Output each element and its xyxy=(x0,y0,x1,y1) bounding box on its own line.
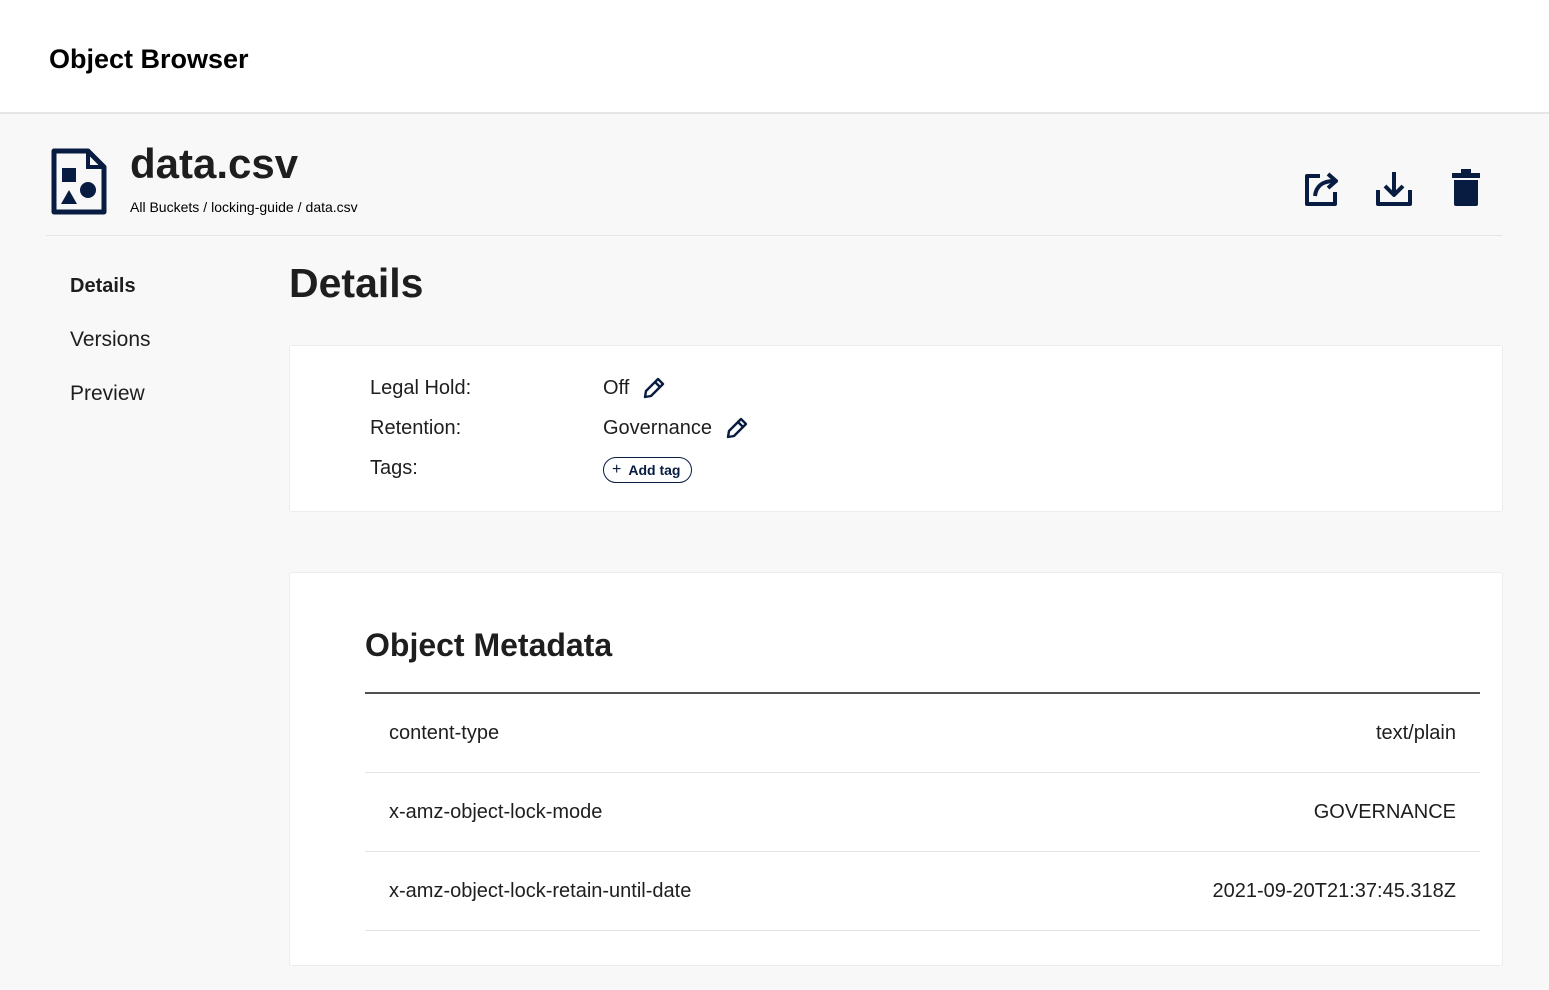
object-file-icon xyxy=(50,148,108,216)
nav-item-details[interactable]: Details xyxy=(70,270,151,324)
trash-icon xyxy=(1452,169,1480,206)
edit-legal-hold-icon[interactable] xyxy=(641,375,667,401)
download-icon xyxy=(1376,172,1412,206)
breadcrumb-separator: / xyxy=(203,199,208,215)
table-row: x-amz-object-lock-retain-until-date 2021… xyxy=(365,852,1480,931)
retention-value: Governance xyxy=(603,416,712,439)
metadata-title: Object Metadata xyxy=(365,627,613,663)
share-icon xyxy=(1305,172,1338,206)
add-tag-label: Add tag xyxy=(628,462,681,478)
breadcrumb-separator: / xyxy=(297,199,302,215)
breadcrumb-all-buckets[interactable]: All Buckets xyxy=(130,199,199,215)
table-row: content-type text/plain xyxy=(365,694,1480,773)
metadata-value: text/plain xyxy=(1375,721,1456,744)
breadcrumb-bucket[interactable]: locking-guide xyxy=(211,199,294,215)
nav-item-preview[interactable]: Preview xyxy=(70,378,151,432)
metadata-key: x-amz-object-lock-mode xyxy=(389,800,603,823)
metadata-value: 2021-09-20T21:37:45.318Z xyxy=(1212,879,1456,902)
detail-nav: Details Versions Preview xyxy=(70,270,151,432)
retention-label: Retention: xyxy=(370,417,462,439)
legal-hold-label: Legal Hold: xyxy=(370,377,472,399)
app-title: Object Browser xyxy=(49,44,249,74)
object-name: data.csv xyxy=(130,140,299,187)
legal-hold-row: Off xyxy=(603,375,667,401)
breadcrumb-object: data.csv xyxy=(305,199,358,215)
add-tag-button[interactable]: + Add tag xyxy=(603,457,693,483)
download-button[interactable] xyxy=(1372,166,1416,210)
top-bar: Object Browser xyxy=(0,0,1549,114)
nav-item-versions[interactable]: Versions xyxy=(70,324,151,378)
header-divider xyxy=(46,235,1502,236)
section-title: Details xyxy=(289,260,424,306)
legal-hold-value: Off xyxy=(603,376,630,399)
share-button[interactable] xyxy=(1300,166,1344,210)
table-row: x-amz-object-lock-mode GOVERNANCE xyxy=(365,773,1480,852)
metadata-key: content-type xyxy=(389,721,500,744)
plus-icon: + xyxy=(612,461,622,478)
metadata-key: x-amz-object-lock-retain-until-date xyxy=(389,879,692,902)
metadata-table: content-type text/plain x-amz-object-loc… xyxy=(365,694,1480,931)
tags-label: Tags: xyxy=(370,457,418,479)
delete-button[interactable] xyxy=(1444,166,1488,210)
metadata-value: GOVERNANCE xyxy=(1313,800,1456,823)
edit-retention-icon[interactable] xyxy=(724,415,750,441)
details-card: Legal Hold: Off Retention: Governance Ta… xyxy=(289,345,1503,512)
breadcrumb: All Buckets / locking-guide / data.csv xyxy=(130,199,362,215)
retention-row: Governance xyxy=(603,415,750,441)
metadata-card: Object Metadata content-type text/plain … xyxy=(289,572,1503,966)
